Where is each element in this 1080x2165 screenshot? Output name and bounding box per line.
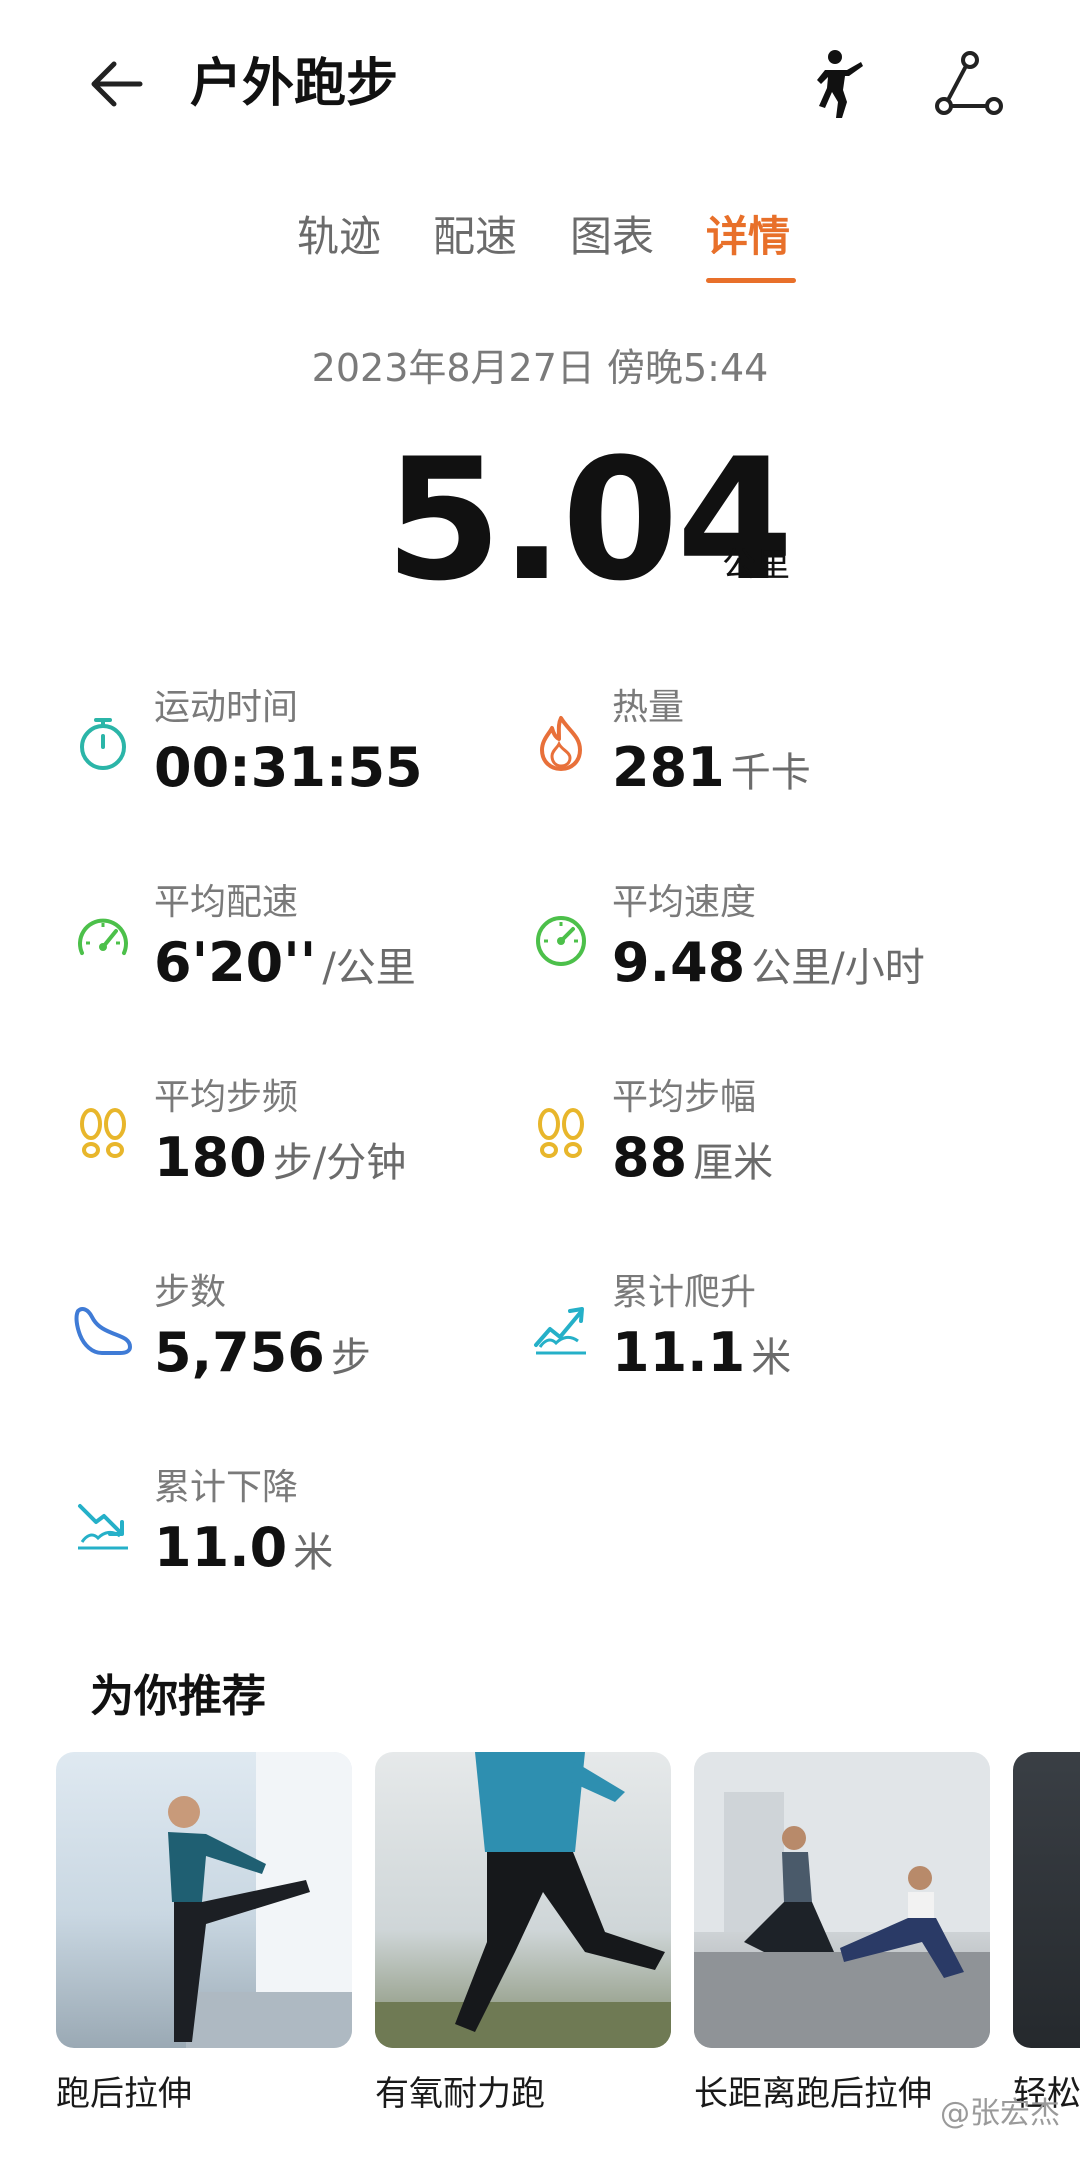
stat-label: 运动时间 xyxy=(154,687,299,728)
stat-value: 180 xyxy=(154,1126,267,1189)
stat-label: 步数 xyxy=(154,1272,227,1313)
share-route-button[interactable] xyxy=(928,44,1010,126)
workout-datetime: 2023年8月27日 傍晚5:44 xyxy=(311,346,769,390)
stat-unit: 步/分钟 xyxy=(272,1140,407,1186)
active-tab-indicator xyxy=(706,278,796,283)
stat-value: 6'20'' xyxy=(154,931,317,994)
stat-avg-speed: 平均速度 9.48 公里/小时 xyxy=(530,877,990,1017)
ascent-icon xyxy=(534,1307,586,1355)
running-posture-button[interactable] xyxy=(795,44,877,126)
tab-pace[interactable]: 配速 xyxy=(433,205,517,269)
stat-unit: 千卡 xyxy=(730,750,811,796)
page-title: 户外跑步 xyxy=(190,54,399,114)
recommend-image xyxy=(56,1752,352,2048)
stat-stride: 平均步幅 88 厘米 xyxy=(530,1072,990,1212)
stat-unit: 步 xyxy=(330,1335,371,1381)
recommend-card-easy[interactable]: 轻松 xyxy=(1013,1752,1080,2118)
stat-label: 平均步频 xyxy=(154,1077,299,1118)
distance-unit: 公里 xyxy=(722,545,790,585)
stat-value: 281 xyxy=(612,736,725,799)
speedometer-icon xyxy=(536,916,586,966)
recommend-card-long-run-stretch[interactable]: 长距离跑后拉伸 xyxy=(694,1752,990,2118)
recommend-image xyxy=(375,1752,671,2048)
route-icon xyxy=(935,51,1003,115)
tab-bar: 轨迹 配速 图表 详情 xyxy=(0,205,1080,295)
recommend-image xyxy=(1013,1752,1080,2048)
stat-descent: 累计下降 11.0 米 xyxy=(72,1462,532,1602)
stat-label: 平均配速 xyxy=(154,882,299,923)
footprints-icon xyxy=(538,1108,584,1158)
descent-icon xyxy=(78,1504,128,1550)
stat-label: 热量 xyxy=(612,687,685,728)
stat-value: 11.1 xyxy=(612,1321,746,1384)
stat-ascent: 累计爬升 11.1 米 xyxy=(530,1267,990,1407)
recommend-card-stretch[interactable]: 跑后拉伸 xyxy=(56,1752,352,2118)
tab-charts[interactable]: 图表 xyxy=(570,205,654,269)
stat-label: 平均步幅 xyxy=(612,1077,757,1118)
runner-icon xyxy=(817,50,863,118)
stat-value: 00:31:55 xyxy=(154,736,423,799)
stat-unit: 公里/小时 xyxy=(751,945,925,991)
shoe-icon xyxy=(74,1307,132,1355)
recommend-label: 有氧耐力跑 xyxy=(375,2074,545,2114)
stat-value: 11.0 xyxy=(154,1516,288,1579)
stat-value: 88 xyxy=(612,1126,688,1189)
back-button[interactable] xyxy=(78,48,168,120)
stat-duration: 运动时间 00:31:55 xyxy=(72,682,532,822)
recommend-title: 为你推荐 xyxy=(90,1671,266,1722)
watermark: @张宏杰 xyxy=(940,2096,1060,2131)
recommend-label: 跑后拉伸 xyxy=(56,2074,192,2114)
footprints-icon xyxy=(80,1108,126,1158)
running-detail-page: 户外跑步 轨迹 配速 图表 详情 2023年8月27日 傍晚5:44 5.04 … xyxy=(0,0,1080,2165)
arrow-left-icon xyxy=(91,61,143,107)
recommend-image xyxy=(694,1752,990,2048)
stat-steps: 步数 5,756 步 xyxy=(72,1267,532,1407)
tab-details[interactable]: 详情 xyxy=(706,205,790,269)
stat-avg-pace: 平均配速 6'20''/公里 xyxy=(72,877,532,1017)
stat-label: 累计下降 xyxy=(154,1467,299,1508)
stopwatch-icon xyxy=(80,718,126,770)
stat-unit: 米 xyxy=(293,1530,334,1576)
recommend-card-aerobic-run[interactable]: 有氧耐力跑 xyxy=(375,1752,671,2118)
distance-value: 5.04 xyxy=(385,422,794,618)
flame-icon xyxy=(540,716,582,771)
stat-value: 9.48 xyxy=(612,931,746,994)
stat-calories: 热量 281 千卡 xyxy=(530,682,990,822)
stat-label: 累计爬升 xyxy=(612,1272,757,1313)
stat-label: 平均速度 xyxy=(612,882,757,923)
stat-unit: 米 xyxy=(751,1335,792,1381)
stat-value: 5,756 xyxy=(154,1321,325,1384)
stat-unit: /公里 xyxy=(322,945,416,991)
speedometer-icon xyxy=(78,918,128,955)
tab-track[interactable]: 轨迹 xyxy=(297,205,381,269)
stat-unit: 厘米 xyxy=(693,1140,774,1186)
app-header: 户外跑步 xyxy=(0,0,1080,170)
stat-cadence: 平均步频 180 步/分钟 xyxy=(72,1072,532,1212)
